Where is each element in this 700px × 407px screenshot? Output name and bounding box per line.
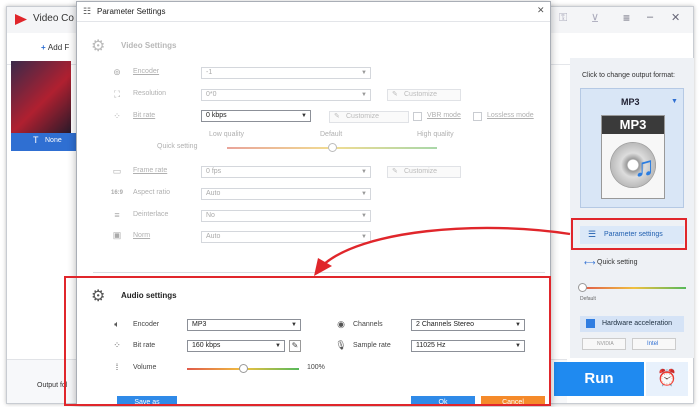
norm-label: Norm xyxy=(133,232,151,239)
mp3-card-label: MP3 xyxy=(602,116,664,134)
audio-settings-highlight xyxy=(64,276,551,406)
quality-slider-knob[interactable] xyxy=(328,143,337,152)
subtitle-value: None xyxy=(45,137,62,144)
norm-icon: ▣ xyxy=(112,230,122,240)
plus-icon: + xyxy=(41,43,48,52)
quick-default-label: Default xyxy=(580,296,596,302)
quick-setting-label: Quick setting xyxy=(597,259,638,266)
video-quick-setting-label: Quick setting xyxy=(157,143,198,150)
video-encoder-select[interactable]: -1 ▼ xyxy=(201,67,371,79)
hardware-acceleration-button[interactable]: Hardware acceleration xyxy=(580,316,684,332)
quality-low-label: Low quality xyxy=(209,131,245,138)
format-name: MP3 xyxy=(621,97,640,107)
resolution-value: 0*0 xyxy=(206,91,217,98)
dialog-title: Parameter Settings xyxy=(97,7,166,16)
aspect-ratio-icon: 16:9 xyxy=(111,190,124,196)
video-thumbnail[interactable] xyxy=(11,61,71,133)
menu-icon[interactable]: ≡ xyxy=(623,11,630,25)
aspect-ratio-select[interactable]: Auto ▼ xyxy=(201,188,371,200)
aspect-ratio-value: Auto xyxy=(206,190,221,197)
add-files-button[interactable]: + Add F xyxy=(41,43,69,52)
norm-value: Auto xyxy=(206,233,221,240)
quick-setting-icon: ⟷ xyxy=(584,258,596,267)
video-bitrate-value: 0 kbps xyxy=(206,112,227,119)
video-bitrate-select[interactable]: 0 kbps ▼ xyxy=(201,110,311,122)
pencil-icon: ✎ xyxy=(334,113,340,120)
dialog-close-icon[interactable]: ✕ xyxy=(537,5,545,16)
quality-default-label: Default xyxy=(320,131,343,138)
intel-label: Intel xyxy=(647,341,659,347)
nvidia-badge: NVIDIA xyxy=(582,338,626,350)
framerate-customize-label: Customize xyxy=(404,168,438,175)
nvidia-label: NVIDIA xyxy=(597,341,614,347)
output-format-selector[interactable]: MP3 ▼ MP3 ♫ xyxy=(580,88,684,208)
subtitle-row[interactable]: T None xyxy=(11,133,85,151)
music-note-icon: ♫ xyxy=(634,151,655,182)
key-icon[interactable]: ⚿ xyxy=(559,12,567,25)
format-hint: Click to change output format: xyxy=(582,72,675,79)
resolution-customize-button[interactable]: ✎ Customize xyxy=(387,89,461,101)
resolution-select[interactable]: 0*0 ▼ xyxy=(201,89,371,101)
frame-rate-select[interactable]: 0 fps ▼ xyxy=(201,166,371,178)
video-settings-heading: Video Settings xyxy=(121,41,177,50)
framerate-customize-button[interactable]: ✎ Customize xyxy=(387,166,461,178)
resolution-customize-label: Customize xyxy=(404,91,438,98)
format-dropdown-icon: ▼ xyxy=(671,98,678,105)
frame-rate-value: 0 fps xyxy=(206,168,222,175)
subtitle-icon: T xyxy=(33,135,39,145)
output-folder-label: Output fol xyxy=(37,382,68,389)
deinterlace-label: Deinterlace xyxy=(133,211,169,218)
dialog-settings-icon: ☷ xyxy=(83,6,92,16)
annotation-arrow-curve xyxy=(321,226,571,267)
alarm-clock-button[interactable]: ⏰ xyxy=(646,362,688,396)
video-encoder-value: -1 xyxy=(206,69,213,76)
annotation-arrow xyxy=(314,226,571,276)
deinterlace-icon: ≡ xyxy=(114,210,120,220)
mp3-format-icon: MP3 ♫ xyxy=(601,115,665,199)
chevron-down-icon: ▼ xyxy=(301,113,307,119)
vbr-mode-label: VBR mode xyxy=(427,112,461,119)
pencil-icon: ✎ xyxy=(392,91,398,98)
cart-icon[interactable]: ⊻ xyxy=(591,12,599,25)
run-button[interactable]: Run xyxy=(554,362,644,396)
chevron-down-icon: ▼ xyxy=(361,169,367,175)
bitrate-customize-button[interactable]: ✎ Customize xyxy=(329,111,409,123)
vbr-mode-checkbox[interactable] xyxy=(413,112,422,121)
chevron-down-icon: ▼ xyxy=(361,191,367,197)
pencil-icon: ✎ xyxy=(392,168,398,175)
resolution-label: Resolution xyxy=(133,90,167,97)
hardware-acceleration-label: Hardware acceleration xyxy=(602,320,673,327)
video-bitrate-label: Bit rate xyxy=(133,112,156,119)
dialog-titlebar: ☷ Parameter Settings ✕ xyxy=(77,2,550,22)
lossless-mode-checkbox[interactable] xyxy=(473,112,482,121)
lossless-mode-label: Lossless mode xyxy=(487,112,534,119)
minimize-icon[interactable]: – xyxy=(647,11,653,23)
close-window-icon[interactable]: ✕ xyxy=(671,11,680,24)
app-logo-icon xyxy=(15,14,27,25)
deinterlace-value: No xyxy=(206,212,215,219)
encoder-icon: ⊚ xyxy=(113,67,121,77)
chevron-down-icon: ▼ xyxy=(361,70,367,76)
aspect-ratio-label: Aspect ratio xyxy=(133,189,170,196)
quick-setting-knob[interactable] xyxy=(578,283,587,292)
video-encoder-label: Encoder xyxy=(133,68,160,75)
chevron-down-icon: ▼ xyxy=(361,92,367,98)
right-panel: Click to change output format: MP3 ▼ MP3… xyxy=(570,58,694,358)
chip-icon xyxy=(586,319,595,328)
resolution-icon: ⛶ xyxy=(113,89,121,99)
bitrate-icon: ⁘ xyxy=(113,111,121,121)
parameter-settings-highlight xyxy=(571,218,687,250)
alarm-clock-icon: ⏰ xyxy=(657,370,677,387)
app-title: Video Co xyxy=(33,13,74,24)
video-settings-icon: ⚙ xyxy=(91,38,106,55)
frame-rate-icon: ▭ xyxy=(112,166,122,176)
quality-high-label: High quality xyxy=(417,131,454,138)
quick-setting-slider[interactable] xyxy=(582,287,686,289)
bitrate-customize-label: Customize xyxy=(346,113,380,120)
frame-rate-label: Frame rate xyxy=(133,167,168,174)
intel-badge: Intel xyxy=(632,338,676,350)
